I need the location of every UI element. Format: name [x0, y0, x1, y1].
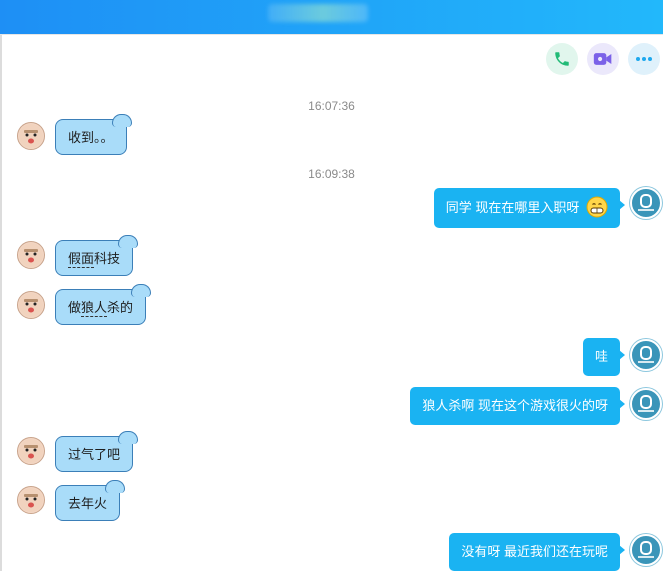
message-bubble-sent[interactable]: 哇: [582, 338, 626, 376]
timestamp: 16:09:38: [308, 167, 355, 181]
contact-avatar: [17, 486, 45, 514]
cartoon-face-icon: [19, 293, 43, 317]
more-options-button[interactable]: [628, 43, 660, 75]
message-text-highlighted[interactable]: 狼人: [81, 300, 108, 317]
brand-logo-icon: [638, 194, 654, 211]
header-divider: [0, 34, 663, 35]
brand-logo-icon: [638, 395, 654, 412]
video-call-button[interactable]: [587, 43, 619, 75]
video-camera-icon: [593, 53, 612, 65]
message-bubble-sent[interactable]: 狼人杀啊 现在这个游戏很火的呀: [410, 387, 625, 425]
message-text: 去年火: [68, 496, 108, 511]
user-avatar: [630, 339, 662, 371]
cartoon-face-icon: [19, 124, 43, 148]
title-bar: [0, 0, 663, 34]
message-text: 狼人杀啊 现在这个游戏很火的呀: [422, 398, 608, 413]
message-bubble-received[interactable]: 假面科技: [55, 235, 139, 276]
contact-avatar: [17, 122, 45, 150]
brand-logo-icon: [638, 541, 654, 558]
panel-edge: [0, 35, 2, 571]
message-text: 同学 现在在哪里入职呀: [445, 200, 580, 215]
cartoon-face-icon: [19, 488, 43, 512]
timestamp: 16:07:36: [308, 99, 355, 113]
contact-avatar: [17, 437, 45, 465]
message-text: 没有呀 最近我们还在玩呢: [461, 544, 608, 559]
message-text: 收到。。: [68, 130, 114, 145]
message-bubble-received[interactable]: 去年火: [55, 480, 126, 521]
contact-avatar: [17, 291, 45, 319]
cartoon-face-icon: [19, 243, 43, 267]
message-bubble-received[interactable]: 过气了吧: [55, 431, 139, 472]
message-text: 科技: [94, 251, 121, 266]
more-dots-icon: [636, 57, 652, 61]
voice-call-button[interactable]: [546, 43, 578, 75]
message-text: 哇: [594, 349, 608, 364]
cartoon-face-icon: [19, 439, 43, 463]
user-avatar: [630, 187, 662, 219]
message-text-highlighted[interactable]: 假面: [68, 251, 95, 268]
message-bubble-received[interactable]: 做狼人杀的: [55, 284, 152, 325]
grin-emoji-icon: [586, 196, 608, 218]
message-bubble-sent[interactable]: 没有呀 最近我们还在玩呢: [449, 533, 625, 571]
message-bubble-received[interactable]: 收到。。: [55, 114, 132, 155]
message-bubble-sent[interactable]: 同学 现在在哪里入职呀: [433, 188, 626, 228]
brand-logo-icon: [638, 346, 654, 363]
message-text: 杀的: [107, 300, 134, 315]
blurred-contact-name: [268, 4, 368, 22]
message-text: 过气了吧: [68, 447, 121, 462]
user-avatar: [630, 388, 662, 420]
contact-avatar: [17, 241, 45, 269]
user-avatar: [630, 534, 662, 566]
message-text: 做: [68, 300, 82, 315]
phone-icon: [555, 52, 569, 66]
